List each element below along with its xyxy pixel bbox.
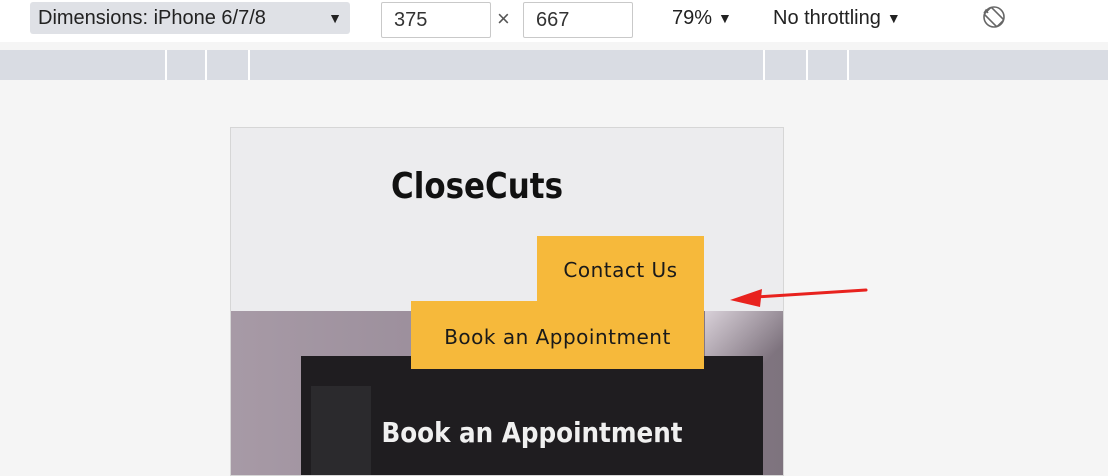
times-icon: × <box>497 6 510 31</box>
dimensions-dropdown[interactable]: Dimensions: iPhone 6/7/8 ▼ <box>30 2 350 34</box>
width-input[interactable]: 375 <box>381 2 491 38</box>
ruler-tick <box>763 50 765 80</box>
contact-us-button[interactable]: Contact Us <box>537 236 704 304</box>
dimensions-label: Dimensions: iPhone 6/7/8 <box>38 6 266 29</box>
chevron-down-icon: ▼ <box>328 10 342 26</box>
height-value: 667 <box>536 8 570 31</box>
width-value: 375 <box>394 8 428 31</box>
annotation-arrow-icon <box>730 288 868 307</box>
ruler-tick <box>248 50 250 80</box>
throttle-label: No throttling <box>773 6 881 29</box>
site-logo[interactable]: CloseCuts <box>391 166 563 207</box>
device-toolbar: Dimensions: iPhone 6/7/8 ▼ 375 × 667 79%… <box>0 0 1108 42</box>
zoom-label: 79% <box>672 6 713 29</box>
hero-title: Book an Appointment <box>381 416 683 449</box>
ruler-tick <box>806 50 808 80</box>
book-appointment-button[interactable]: Book an Appointment <box>411 301 704 369</box>
throttling-dropdown[interactable]: No throttling ▼ <box>773 4 901 32</box>
ruler-tick <box>205 50 207 80</box>
media-query-ruler[interactable] <box>0 50 1108 80</box>
hero-card: Book an Appointment <box>301 356 763 475</box>
height-input[interactable]: 667 <box>523 2 633 38</box>
ruler-tick <box>847 50 849 80</box>
zoom-dropdown[interactable]: 79% ▼ <box>672 4 732 32</box>
rotate-icon[interactable] <box>981 4 1007 30</box>
device-viewport: CloseCuts Book an Appointment Contact Us… <box>230 127 784 476</box>
chevron-down-icon: ▼ <box>886 10 901 26</box>
ruler-tick <box>165 50 167 80</box>
chevron-down-icon: ▼ <box>718 10 732 26</box>
